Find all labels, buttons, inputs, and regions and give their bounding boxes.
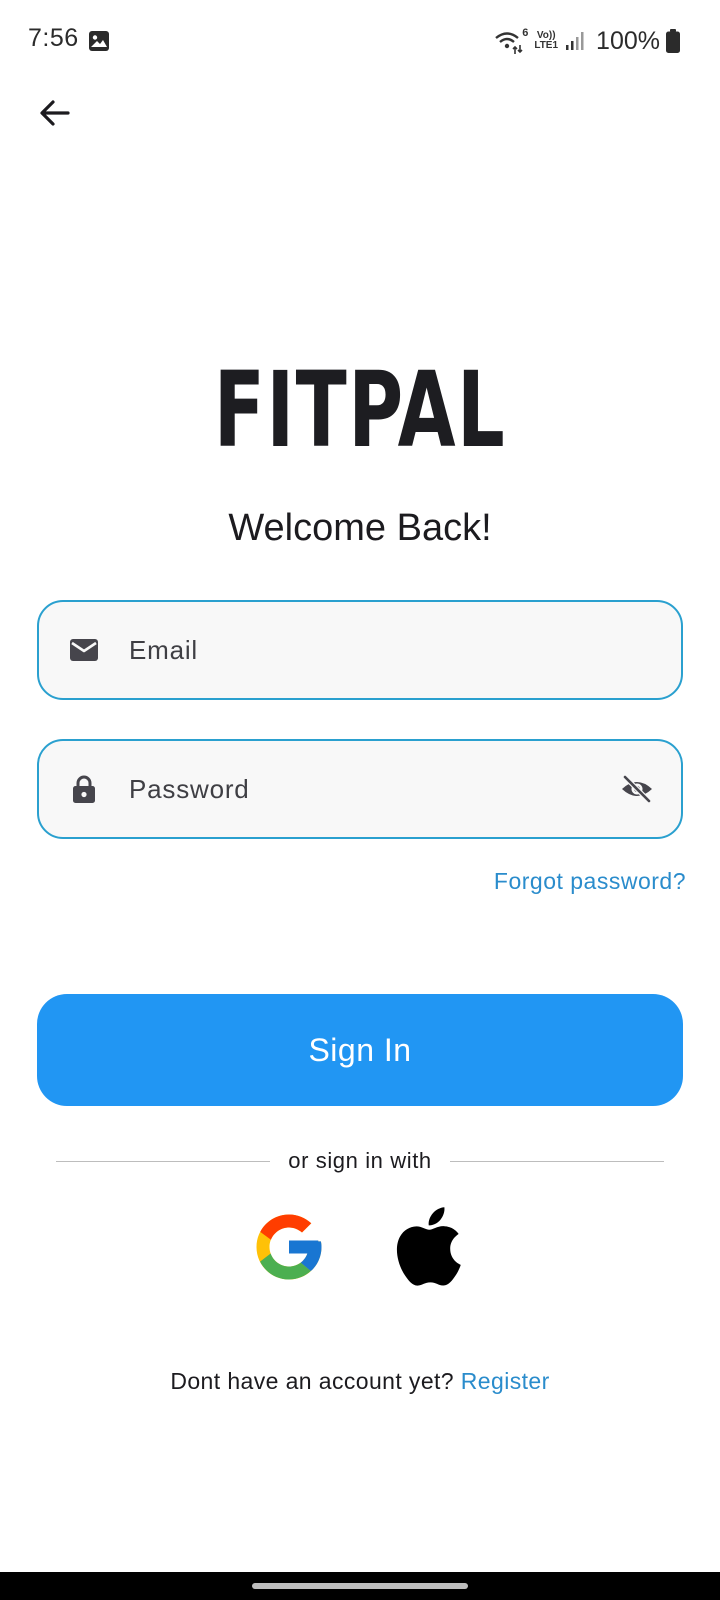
wifi-badge: 6 bbox=[522, 27, 529, 39]
arrow-left-icon bbox=[40, 100, 70, 126]
register-prompt: Dont have an account yet? bbox=[170, 1368, 454, 1394]
divider-text: or sign in with bbox=[288, 1148, 432, 1173]
system-navigation-bar bbox=[0, 1572, 720, 1600]
google-icon[interactable] bbox=[250, 1208, 328, 1286]
back-button[interactable] bbox=[30, 88, 80, 138]
status-icons: 6 Vo)) LTE1 100% bbox=[494, 24, 680, 58]
welcome-title: Welcome Back! bbox=[228, 507, 492, 549]
mail-icon bbox=[70, 639, 98, 661]
volte-icon: Vo)) LTE1 bbox=[534, 31, 558, 51]
register-link[interactable]: Register bbox=[461, 1368, 550, 1394]
email-field[interactable] bbox=[37, 600, 683, 700]
wifi-icon: 6 bbox=[494, 27, 528, 55]
home-gesture-handle[interactable] bbox=[252, 1583, 468, 1589]
toggle-password-visibility-button[interactable] bbox=[617, 769, 657, 809]
eye-off-icon bbox=[622, 774, 652, 804]
status-time: 7:56 bbox=[28, 24, 79, 52]
lte-label: LTE1 bbox=[534, 40, 559, 51]
sign-in-button[interactable]: Sign In bbox=[37, 994, 683, 1106]
login-screen: 7:56 6 Vo)) LTE1 100% FITPAL Welcome Bac… bbox=[0, 0, 720, 1600]
email-input[interactable] bbox=[129, 634, 681, 666]
battery-percent: 100% bbox=[596, 26, 660, 55]
apple-icon[interactable] bbox=[389, 1202, 463, 1290]
lock-icon bbox=[73, 775, 95, 803]
divider-line-right bbox=[449, 1160, 665, 1162]
forgot-password-link[interactable]: Forgot password? bbox=[494, 868, 686, 895]
register-prompt-row: Dont have an account yet? Register bbox=[0, 1368, 720, 1395]
password-input[interactable] bbox=[129, 773, 617, 805]
signal-icon bbox=[566, 32, 584, 50]
password-field[interactable] bbox=[37, 739, 683, 839]
social-divider: or sign in with bbox=[56, 1146, 665, 1176]
app-logo: FITPAL bbox=[213, 349, 507, 471]
gallery-notification-icon bbox=[89, 31, 109, 51]
divider-line-left bbox=[56, 1160, 271, 1162]
status-bar: 7:56 6 Vo)) LTE1 100% bbox=[0, 0, 720, 84]
battery-icon bbox=[666, 29, 680, 53]
